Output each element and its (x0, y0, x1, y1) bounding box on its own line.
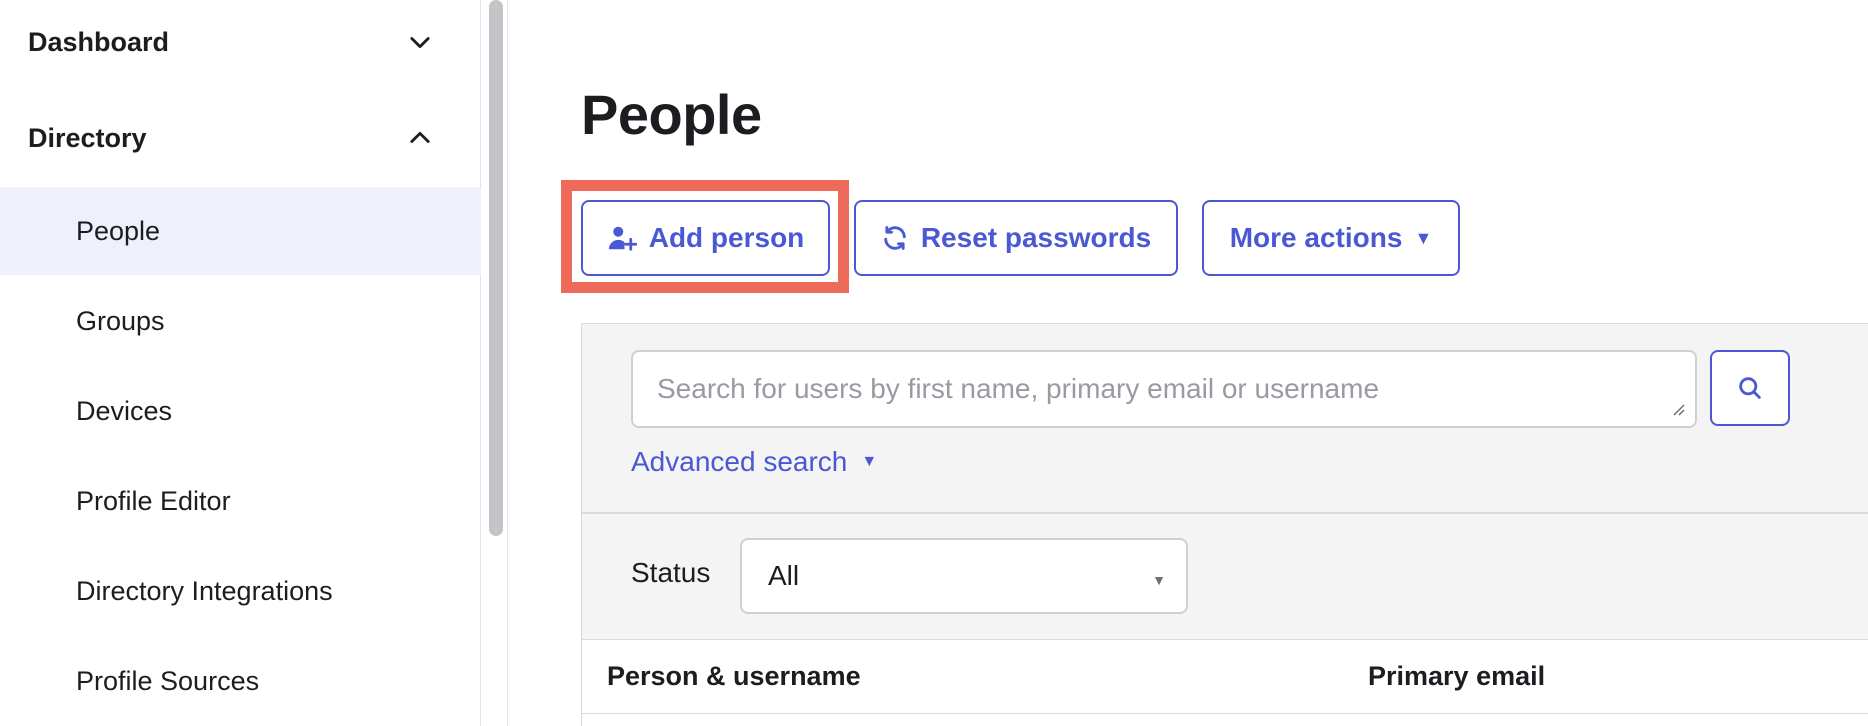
add-person-button[interactable]: Add person (581, 200, 830, 276)
sidebar-section-directory[interactable]: Directory (0, 98, 481, 178)
chevron-down-icon (410, 37, 430, 49)
sidebar-section-dashboard[interactable]: Dashboard (0, 2, 481, 82)
advanced-search-label: Advanced search (631, 446, 848, 477)
sidebar-item-profile-sources[interactable]: Profile Sources (0, 637, 481, 725)
sidebar-item-groups[interactable]: Groups (0, 277, 481, 365)
advanced-search-link[interactable]: Advanced search ▼ (631, 446, 877, 478)
resize-handle-icon[interactable] (1671, 402, 1685, 416)
caret-down-icon: ▼ (1414, 227, 1433, 248)
more-actions-label: More actions (1229, 222, 1403, 253)
caret-down-icon: ▼ (861, 453, 878, 470)
sidebar: Dashboard Directory People Groups Device… (0, 0, 481, 726)
search-placeholder: Search for users by first name, primary … (657, 373, 1380, 404)
status-filter-value: All (768, 560, 800, 591)
refresh-icon (884, 226, 906, 250)
search-button[interactable] (1710, 350, 1790, 426)
sidebar-item-label: Groups (76, 305, 165, 336)
column-header-person[interactable]: Person & username (607, 661, 861, 692)
more-actions-button[interactable]: More actions ▼ (1202, 200, 1460, 276)
sidebar-item-label: Directory Integrations (76, 575, 333, 606)
sidebar-item-people[interactable]: People (0, 187, 481, 275)
sidebar-item-devices[interactable]: Devices (0, 367, 481, 455)
search-input[interactable]: Search for users by first name, primary … (631, 350, 1697, 428)
sidebar-section-label: Directory (28, 122, 147, 153)
reset-passwords-label: Reset passwords (920, 222, 1152, 253)
search-icon (1739, 377, 1761, 399)
sidebar-section-label: Dashboard (28, 26, 170, 57)
add-person-label: Add person (648, 222, 805, 253)
status-filter-label: Status (631, 557, 711, 588)
sidebar-item-label: Profile Editor (76, 485, 231, 516)
page-title: People (581, 83, 762, 146)
sidebar-item-label: People (76, 215, 161, 246)
column-header-email[interactable]: Primary email (1368, 661, 1545, 692)
sidebar-item-profile-editor[interactable]: Profile Editor (0, 457, 481, 545)
sidebar-scrollbar-thumb[interactable] (489, 0, 503, 536)
add-user-icon (608, 226, 637, 251)
table-row (581, 714, 1868, 726)
status-filter-select[interactable]: All ▼ (740, 538, 1188, 614)
sidebar-item-label: Devices (76, 395, 173, 426)
sidebar-item-label: Profile Sources (76, 665, 260, 696)
chevron-up-icon (410, 131, 430, 143)
reset-passwords-button[interactable]: Reset passwords (854, 200, 1178, 276)
sidebar-item-directory-integrations[interactable]: Directory Integrations (0, 547, 481, 635)
caret-down-icon: ▼ (1152, 572, 1166, 588)
